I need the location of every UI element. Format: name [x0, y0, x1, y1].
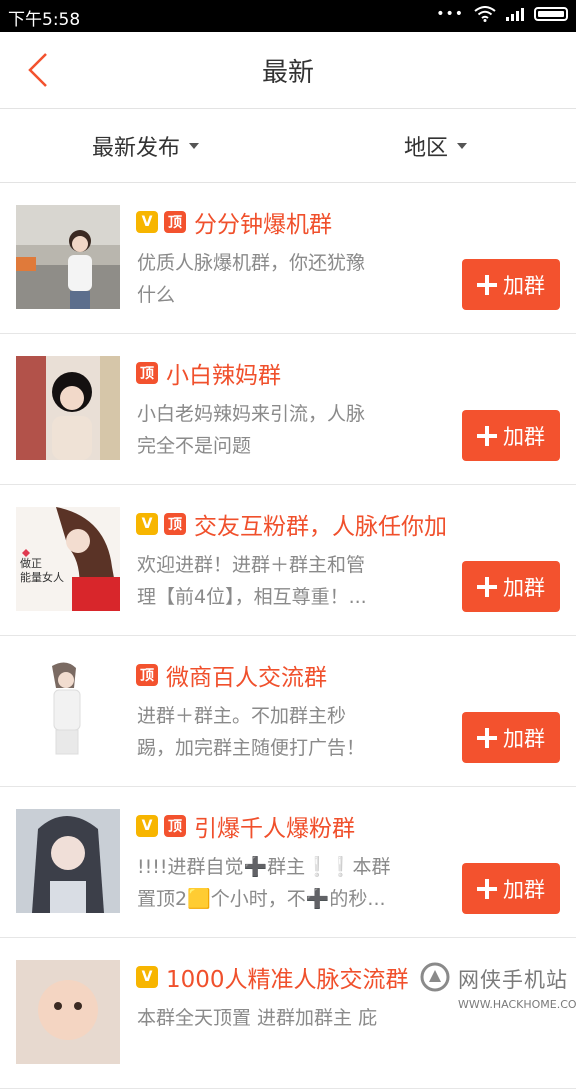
wifi-icon — [474, 6, 496, 22]
vip-badge-icon: V — [136, 966, 158, 988]
status-bar: 下午5:58 ••• — [0, 0, 576, 32]
group-avatar — [16, 960, 120, 1064]
vip-badge-icon: V — [136, 815, 158, 837]
group-description: 进群＋群主。不加群主秒 踢，加完群主随便打广告！ — [137, 705, 366, 759]
group-name: 1000人精准人脉交流群 — [166, 967, 409, 993]
plus-icon — [477, 727, 497, 748]
group-title-row: 顶 小白辣妈群 — [136, 358, 281, 389]
watermark-logo-icon — [420, 962, 450, 992]
group-avatar — [16, 356, 120, 460]
group-description: !!!!进群自觉➕群主❕❕本群 置顶2🟨个小时，不➕的秒... — [137, 856, 391, 910]
region-label: 地区 — [404, 136, 449, 161]
top-badge-icon: 顶 — [136, 664, 158, 686]
join-label: 加群 — [503, 726, 545, 751]
more-dots-icon: ••• — [436, 6, 464, 22]
group-name: 微商百人交流群 — [166, 665, 327, 691]
join-group-button[interactable]: 加群 — [462, 259, 560, 310]
join-label: 加群 — [503, 273, 545, 298]
group-list-item[interactable]: 做正能量女人 V 顶 交友互粉群，人脉任你加 欢迎进群！进群＋群主和管 理【前4… — [0, 485, 576, 636]
watermark-title: 网侠手机站 — [458, 968, 568, 992]
watermark: 网侠手机站 WWW.HACKHOME.COM — [420, 960, 576, 1024]
vip-badge-icon: V — [136, 513, 158, 535]
region-dropdown[interactable]: 地区 — [404, 129, 468, 163]
group-description: 小白老妈辣妈来引流，人脉 完全不是问题 — [137, 403, 366, 457]
top-badge-icon: 顶 — [164, 815, 186, 837]
group-name: 引爆千人爆粉群 — [194, 816, 355, 842]
group-title-row: V 1000人精准人脉交流群 — [136, 962, 409, 993]
group-name: 分分钟爆机群 — [194, 212, 332, 238]
sort-label: 最新发布 — [92, 136, 181, 161]
group-description: 欢迎进群！进群＋群主和管 理【前4位】，相互尊重！... — [137, 554, 367, 608]
group-title-row: V 顶 交友互粉群，人脉任你加 — [136, 509, 447, 540]
cell-signal-icon — [506, 7, 524, 21]
plus-icon — [477, 878, 497, 899]
watermark-url: WWW.HACKHOME.COM — [458, 998, 576, 1011]
join-group-button[interactable]: 加群 — [462, 863, 560, 914]
group-list-item[interactable]: V 顶 引爆千人爆粉群 !!!!进群自觉➕群主❕❕本群 置顶2🟨个小时，不➕的秒… — [0, 787, 576, 938]
join-group-button[interactable]: 加群 — [462, 712, 560, 763]
join-group-button[interactable]: 加群 — [462, 561, 560, 612]
top-badge-icon: 顶 — [136, 362, 158, 384]
status-time: 下午5:58 — [8, 10, 81, 30]
status-icons: ••• — [436, 6, 568, 22]
group-title-row: 顶 微商百人交流群 — [136, 660, 327, 691]
group-avatar: 做正能量女人 — [16, 507, 120, 611]
battery-icon — [534, 7, 568, 21]
group-title-row: V 顶 引爆千人爆粉群 — [136, 811, 355, 842]
group-list-item[interactable]: 顶 微商百人交流群 进群＋群主。不加群主秒 踢，加完群主随便打广告！ 加群 — [0, 636, 576, 787]
top-badge-icon: 顶 — [164, 211, 186, 233]
group-list-item[interactable]: 顶 小白辣妈群 小白老妈辣妈来引流，人脉 完全不是问题 加群 — [0, 334, 576, 485]
group-name: 交友互粉群，人脉任你加 — [194, 514, 447, 540]
filter-bar: 最新发布 地区 — [0, 109, 576, 183]
plus-icon — [477, 576, 497, 597]
group-avatar — [16, 205, 120, 309]
group-list: V 顶 分分钟爆机群 优质人脉爆机群，你还犹豫 什么 加群 顶 小白辣妈群 小白… — [0, 183, 576, 1089]
caret-down-icon — [189, 143, 200, 149]
group-title-row: V 顶 分分钟爆机群 — [136, 207, 332, 238]
join-group-button[interactable]: 加群 — [462, 410, 560, 461]
page-title: 最新 — [261, 58, 314, 88]
group-list-item[interactable]: V 顶 分分钟爆机群 优质人脉爆机群，你还犹豫 什么 加群 — [0, 183, 576, 334]
caret-down-icon — [457, 143, 468, 149]
group-avatar — [16, 658, 120, 762]
top-badge-icon: 顶 — [164, 513, 186, 535]
join-label: 加群 — [503, 877, 545, 902]
plus-icon — [477, 274, 497, 295]
plus-icon — [477, 425, 497, 446]
group-name: 小白辣妈群 — [166, 363, 281, 389]
group-avatar — [16, 809, 120, 913]
join-label: 加群 — [503, 424, 545, 449]
group-description: 优质人脉爆机群，你还犹豫 什么 — [137, 252, 366, 306]
header: 最新 — [0, 32, 576, 109]
join-label: 加群 — [503, 575, 545, 600]
sort-dropdown[interactable]: 最新发布 — [92, 129, 200, 163]
vip-badge-icon: V — [136, 211, 158, 233]
group-description: 本群全天顶置 进群加群主 庇 — [137, 1007, 378, 1029]
